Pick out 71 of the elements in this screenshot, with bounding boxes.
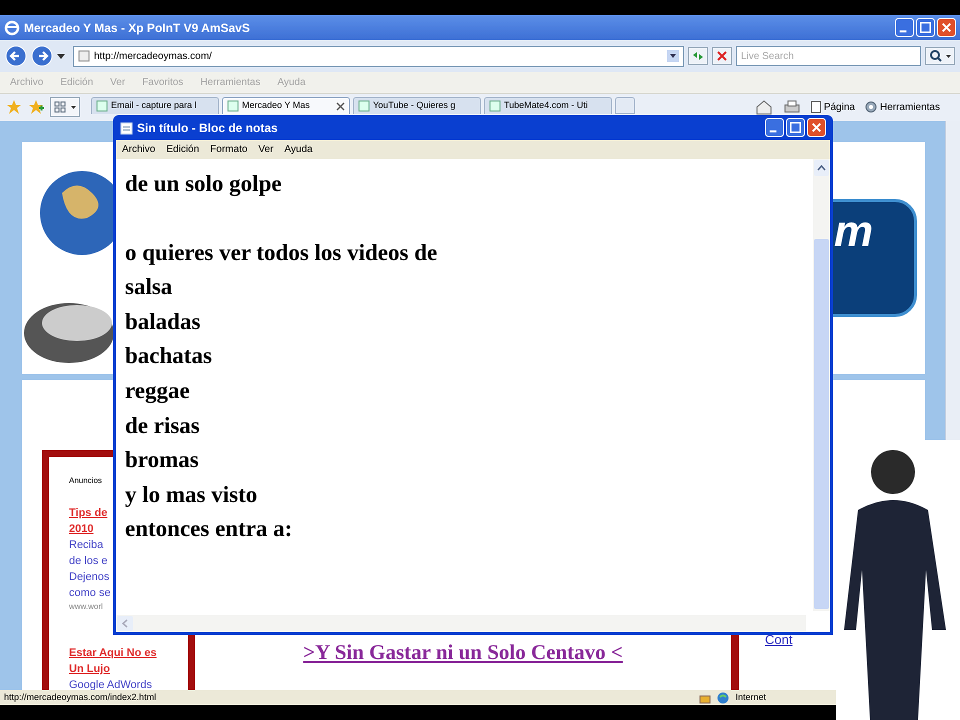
ad-link[interactable]: Un Lujo <box>69 661 110 677</box>
page-icon <box>96 100 108 112</box>
menu-item[interactable]: Ayuda <box>284 142 313 157</box>
browser-tab[interactable]: Mercadeo Y Mas <box>222 97 350 114</box>
add-favorite-icon[interactable] <box>28 99 44 115</box>
text-line: o quieres ver todos los videos de <box>125 238 438 267</box>
side-link[interactable]: Cont <box>765 632 792 647</box>
ad-text: como se <box>69 586 111 601</box>
menu-item[interactable]: Formato <box>210 142 248 157</box>
menu-item[interactable]: Ver <box>258 142 274 157</box>
printer-icon[interactable] <box>782 99 801 115</box>
ad-text: Reciba <box>69 538 104 553</box>
browser-logo-icon <box>4 20 20 36</box>
toolbar-button[interactable]: Herramientas <box>864 100 940 114</box>
text-line: bachatas <box>125 342 213 370</box>
ad-text: Dejenos <box>69 570 110 585</box>
page-icon <box>227 100 239 112</box>
ad-text: de los e <box>69 554 108 569</box>
horizontal-scroll-bar[interactable] <box>116 615 806 632</box>
forward-button[interactable] <box>31 45 53 67</box>
text-line: de un solo golpe <box>125 170 283 198</box>
window-title: Mercadeo Y Mas - Xp PoInT V9 AmSavS <box>24 20 251 36</box>
menu-item[interactable]: Archivo <box>122 142 156 157</box>
ad-link[interactable]: 2010 <box>69 521 94 537</box>
browser-tab[interactable]: Email - capture para l <box>91 97 219 114</box>
close-button[interactable] <box>807 118 826 137</box>
toolbar-button[interactable]: Página <box>810 100 855 114</box>
text-line: bromas <box>125 446 200 474</box>
gear-icon <box>864 101 877 113</box>
page-icon <box>358 100 370 112</box>
ad-link[interactable]: Estar Aqui No es <box>69 645 157 661</box>
text-line: entonces entra a: <box>125 515 294 544</box>
stop-button[interactable] <box>712 47 732 65</box>
ad-url: www.worl <box>69 601 103 613</box>
logo-text: m <box>834 210 874 254</box>
text-line: de risas <box>125 412 201 440</box>
browser-tab[interactable]: YouTube - Quieres g <box>353 97 481 114</box>
text-line: baladas <box>125 308 202 336</box>
page-icon <box>489 100 501 112</box>
page-icon <box>810 101 821 113</box>
caret-icon[interactable] <box>667 50 679 62</box>
refresh-button[interactable] <box>688 47 708 65</box>
ad-text: Google AdWords <box>69 678 152 690</box>
star-icon[interactable] <box>6 99 22 115</box>
ads-header: Anuncios <box>69 475 103 487</box>
status-zone: Internet <box>735 690 766 704</box>
promo-link[interactable]: >Y Sin Gastar ni un Solo Centavo < <box>303 636 623 668</box>
text-line: y lo mas visto <box>125 480 258 509</box>
close-button[interactable] <box>937 18 956 37</box>
page-icon <box>78 50 90 62</box>
search-field[interactable]: Live Search <box>736 46 921 66</box>
maximize-button[interactable] <box>786 118 805 137</box>
menu-item[interactable]: Edición <box>166 142 200 157</box>
notepad-icon <box>120 120 133 134</box>
maximize-button[interactable] <box>916 18 935 37</box>
address-field[interactable]: http://mercadeoymas.com/ <box>73 46 684 66</box>
tab-list-button[interactable] <box>50 97 80 117</box>
text-line: salsa <box>125 273 174 302</box>
vertical-scroll-bar[interactable] <box>813 159 830 611</box>
status-url: http://mercadeoymas.com/index2.html <box>4 690 158 704</box>
text-line: reggae <box>125 376 191 406</box>
ad-link[interactable]: Tips de <box>69 505 108 521</box>
minimize-button[interactable] <box>765 118 784 137</box>
minimize-button[interactable] <box>895 18 914 37</box>
search-button[interactable] <box>925 47 955 65</box>
caret-icon[interactable] <box>57 54 65 58</box>
back-button[interactable] <box>5 45 27 67</box>
window-title: Sin título - Bloc de notas <box>137 120 279 136</box>
close-icon[interactable] <box>336 102 345 110</box>
globe-icon <box>717 692 730 704</box>
browser-tab[interactable]: TubeMate4.com - Uti <box>484 97 612 114</box>
